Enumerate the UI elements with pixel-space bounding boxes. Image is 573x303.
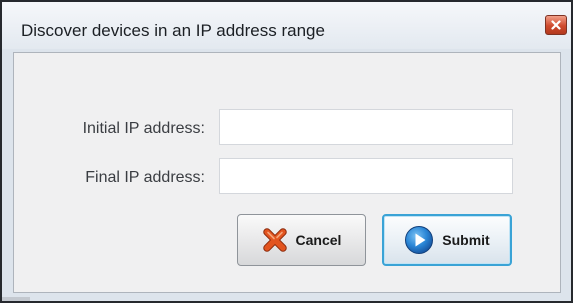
close-icon xyxy=(551,20,561,30)
dialog-title: Discover devices in an IP address range xyxy=(21,21,325,40)
cancel-label: Cancel xyxy=(295,232,342,248)
resize-grip[interactable] xyxy=(2,297,30,301)
title-bar[interactable]: Discover devices in an IP address range xyxy=(2,2,571,49)
final-ip-input[interactable] xyxy=(219,158,513,194)
discover-devices-dialog: Discover devices in an IP address range … xyxy=(0,0,573,303)
submit-button[interactable]: Submit xyxy=(382,214,512,266)
initial-ip-label: Initial IP address: xyxy=(82,120,205,137)
cancel-button[interactable]: Cancel xyxy=(237,214,366,266)
initial-ip-input[interactable] xyxy=(219,109,513,145)
submit-label: Submit xyxy=(442,232,490,248)
close-button[interactable] xyxy=(545,15,567,35)
dialog-content: Initial IP address: Final IP address: Ca… xyxy=(13,52,561,293)
blue-play-icon xyxy=(404,225,434,255)
red-x-icon xyxy=(262,227,288,253)
final-ip-label: Final IP address: xyxy=(85,169,205,186)
